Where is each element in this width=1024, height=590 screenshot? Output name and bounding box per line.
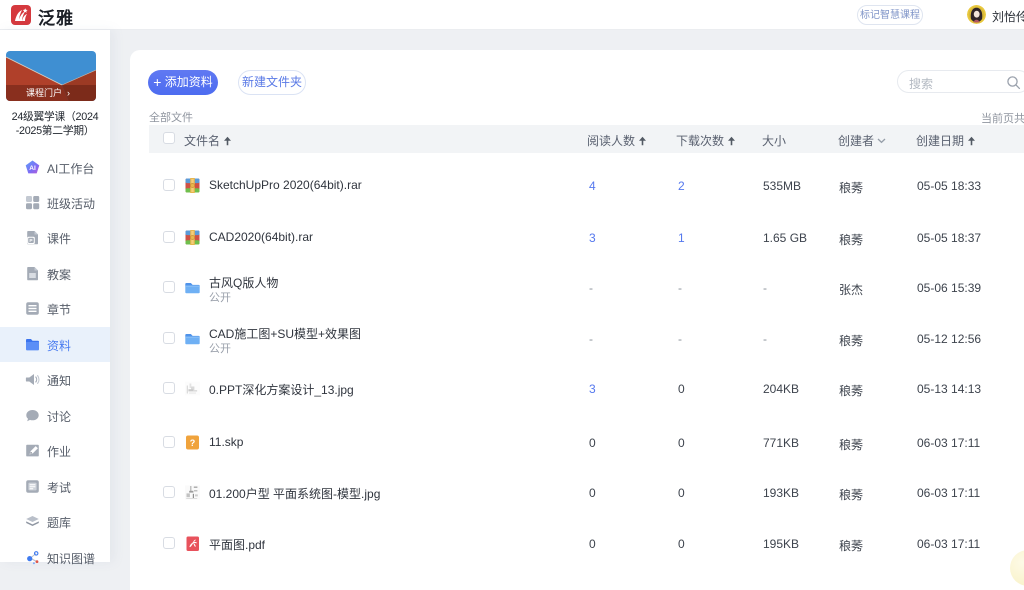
svg-text:AI: AI	[29, 165, 36, 172]
svg-text:›: ›	[67, 88, 70, 98]
svg-text:?: ?	[190, 438, 196, 448]
svg-text:课程门户: 课程门户	[26, 87, 62, 98]
